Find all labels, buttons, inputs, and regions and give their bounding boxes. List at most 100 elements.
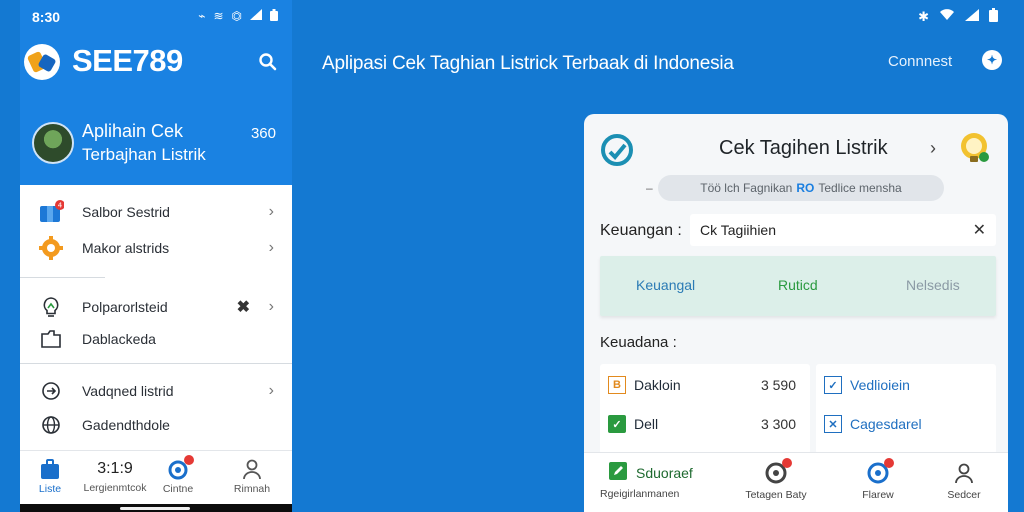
profile-count: 360 (250, 125, 276, 142)
nav-label: Sedcer (947, 489, 981, 501)
menu-item-dablackeda[interactable]: Dablackeda (20, 322, 292, 356)
signal-icon (250, 9, 262, 25)
battery-icon (989, 8, 998, 25)
menu-item-polparor[interactable]: Polparorlsteid ✖ › (20, 290, 292, 324)
list-item[interactable]: ✓ Vedlioiein (824, 373, 910, 397)
menu-item-salbor[interactable]: 4 Salbor Sestrid › (20, 195, 292, 229)
search-input[interactable]: Ck Tagiihien ✕ (690, 214, 996, 246)
item-label: Dakloin (634, 377, 681, 393)
nav-item-flarew[interactable]: Flarew (850, 453, 906, 512)
bill-check-card: Cek Tagihen Listrik › – Töö lch Fagnikan… (584, 114, 1008, 512)
bulb-icon (38, 294, 64, 320)
field-label: Keuangan : (600, 222, 682, 239)
phone-status-bar: 8:30 ⌁ ≋ ⏣ (32, 9, 278, 25)
nav-title: Sduoraef (636, 464, 693, 481)
menu-item-label: Salbor Sestrid (82, 204, 170, 220)
sync-icon (38, 378, 64, 404)
menu-item-label: Polparorlsteid (82, 299, 168, 315)
tab-ruticd[interactable]: Ruticd (778, 277, 818, 293)
connect-link[interactable]: Connnest (888, 53, 952, 70)
info-pill: – Töö lch Fagnikan RO Tedlice mensha (646, 175, 944, 201)
card-title: Cek Tagihen Listrik (719, 137, 888, 159)
chevron-right-icon: › (268, 203, 274, 220)
signal-icon (965, 9, 979, 24)
home-bag-icon (38, 458, 62, 480)
edit-icon (608, 461, 628, 484)
check-box-icon: ✓ (824, 376, 842, 394)
nav-label: Liste (38, 483, 62, 495)
list-item[interactable]: ✓ Dell (608, 412, 658, 436)
wifi-icon (939, 9, 955, 24)
nav-label: Cintne (162, 483, 194, 495)
bluetooth-icon: ✱ (918, 8, 929, 24)
profile-subtitle: Terbajhan Listrik (82, 145, 206, 164)
tools-icon[interactable]: ✖ (237, 297, 250, 317)
nav-item-rimnah[interactable]: Rimnah (228, 451, 276, 505)
nav-label: Rgeigirlanmanen (600, 488, 680, 500)
connect-icon[interactable]: ✦ (982, 50, 1002, 70)
page-headline: Aplipasi Cek Taghian Listrick Terbaak di… (322, 53, 734, 74)
folder-icon (38, 326, 64, 352)
profile-title: Aplihain Cek (82, 121, 184, 141)
list-item[interactable]: B Dakloin (608, 373, 681, 397)
notification-badge (884, 458, 894, 468)
notification-icon: ⌁ (198, 9, 206, 23)
menu-item-gadendthdole[interactable]: Gadendthdole (20, 408, 292, 442)
lightbulb-icon (956, 130, 992, 166)
info-card-left: B Dakloin 3 590 ✓ Dell 3 300 (600, 364, 810, 454)
nav-item-tetagen[interactable]: Tetagen Baty (726, 453, 826, 512)
bill-icon: B (608, 376, 626, 394)
input-value: Ck Tagiihien (700, 222, 777, 238)
target-icon (764, 458, 792, 485)
tab-nelsedis[interactable]: Nelsedis (906, 277, 960, 293)
nav-item-sduoraef[interactable]: Sduoraef Rgeigirlanmanen (592, 453, 702, 512)
nav-label: Rimnah (233, 483, 271, 495)
menu-item-label: Gadendthdole (82, 417, 170, 433)
brand-name: SEE789 (72, 43, 183, 78)
status-time: 8:30 (32, 9, 61, 25)
alarm-icon: ⏣ (231, 9, 242, 23)
menu-item-label: Makor alstrids (82, 240, 170, 256)
nav-item-sedcer[interactable]: Sedcer (936, 453, 992, 512)
refresh-icon (166, 455, 194, 480)
nav-item-lergien[interactable]: 3:1:9 Lergienmtcok (70, 451, 160, 505)
menu-item-label: Vadqned listrid (82, 383, 174, 399)
menu-item-makor[interactable]: Makor alstrids › (20, 231, 292, 265)
home-indicator[interactable] (120, 507, 190, 510)
close-icon[interactable]: ✕ (973, 220, 986, 240)
item-label: Cagesdarel (850, 416, 922, 432)
card-bottom-nav: Sduoraef Rgeigirlanmanen Tetagen Baty Fl… (584, 452, 1008, 512)
item-value: 3 300 (760, 416, 796, 432)
menu-item-label: Dablackeda (82, 331, 156, 347)
avatar[interactable] (32, 122, 74, 164)
pill-text: Töö lch Fagnikan (700, 181, 793, 195)
chevron-right-icon: › (268, 382, 274, 399)
phone-app: 8:30 ⌁ ≋ ⏣ SEE789 Aplihain Cek Terbajhan… (20, 0, 292, 512)
nav-item-liste[interactable]: Liste (26, 451, 74, 505)
search-icon[interactable] (258, 52, 278, 72)
status-bar-right: ✱ (918, 8, 998, 25)
check-icon: ✓ (608, 415, 626, 433)
nav-value: 3:1:9 (97, 460, 133, 477)
user-icon (952, 461, 976, 485)
phone-bottom-bar (20, 504, 292, 512)
nav-item-cintne[interactable]: Cintne (154, 451, 202, 505)
section-label: Keuadana : (600, 334, 677, 351)
nav-label: Lergienmtcok (83, 482, 147, 494)
menu-item-vadqned[interactable]: Vadqned listrid › (20, 374, 292, 408)
item-value: 3 590 (760, 377, 796, 393)
list-item[interactable]: ✕ Cagesdarel (824, 412, 922, 436)
tab-keuangal[interactable]: Keuangal (636, 277, 695, 293)
close-box-icon: ✕ (824, 415, 842, 433)
battery-icon (270, 9, 278, 25)
pill-highlight: RO (796, 181, 815, 195)
tab-bar: Keuangal Ruticd Nelsedis (600, 256, 996, 316)
nav-label: Flarew (862, 489, 894, 501)
chevron-right-icon[interactable]: › (930, 138, 936, 159)
svg-text:4: 4 (58, 202, 63, 210)
globe-icon (38, 412, 64, 438)
brand-logo (24, 44, 60, 80)
divider (20, 277, 105, 278)
item-label: Dell (634, 416, 659, 432)
notification-badge (184, 455, 194, 465)
